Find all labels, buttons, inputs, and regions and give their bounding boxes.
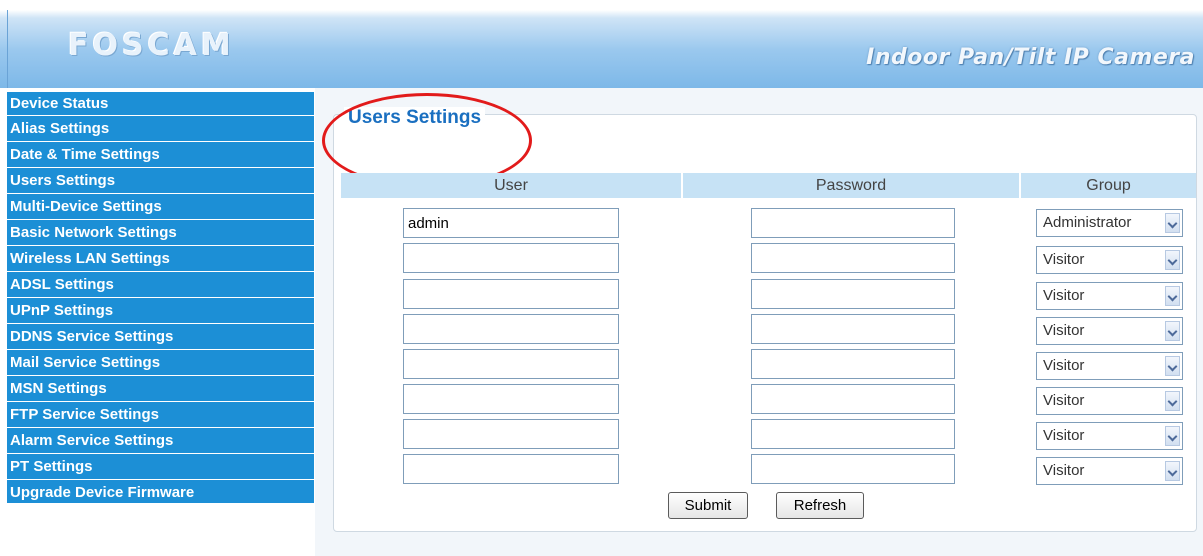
group-select[interactable]: Administrator [1036,209,1183,237]
user-password-input[interactable] [751,349,955,379]
chevron-down-icon [1165,213,1180,233]
group-select[interactable]: Visitor [1036,352,1183,380]
user-password-input[interactable] [751,454,955,484]
chevron-down-icon [1165,321,1180,341]
section-title: Users Settings [344,107,486,129]
submit-button[interactable]: Submit [668,492,748,519]
chevron-down-icon [1165,356,1180,376]
chevron-down-icon [1165,286,1180,306]
user-name-input[interactable] [403,243,619,273]
user-password-input[interactable] [751,419,955,449]
group-select-value: Visitor [1043,357,1085,374]
chevron-down-icon [1165,461,1180,481]
sidebar-item-date-time-settings[interactable]: Date & Time Settings [7,142,314,168]
user-name-input[interactable] [403,384,619,414]
header-divider [7,10,8,88]
table-row: Administrator [0,208,1203,240]
group-select-value: Visitor [1043,462,1085,479]
table-row: Visitor [0,243,1203,275]
table-row: Visitor [0,279,1203,311]
table-row: Visitor [0,454,1203,486]
table-row: Visitor [0,419,1203,451]
group-select[interactable]: Visitor [1036,387,1183,415]
column-header-group: Group [1021,173,1196,198]
user-password-input[interactable] [751,384,955,414]
group-select[interactable]: Visitor [1036,317,1183,345]
user-password-input[interactable] [751,314,955,344]
sidebar-item-users-settings[interactable]: Users Settings [7,168,314,194]
page-header: FOSCAM Indoor Pan/Tilt IP Camera [0,0,1203,88]
group-select[interactable]: Visitor [1036,457,1183,485]
group-select-value: Visitor [1043,251,1085,268]
table-row: Visitor [0,384,1203,416]
user-password-input[interactable] [751,243,955,273]
user-password-input[interactable] [751,208,955,238]
sidebar-item-device-status[interactable]: Device Status [7,92,314,116]
foscam-logo: FOSCAM [68,28,235,63]
user-name-input[interactable] [403,454,619,484]
group-select[interactable]: Visitor [1036,282,1183,310]
user-name-input[interactable] [403,208,619,238]
column-header-user: User [341,173,681,198]
user-name-input[interactable] [403,349,619,379]
group-select-value: Administrator [1043,214,1132,231]
group-select-value: Visitor [1043,287,1085,304]
user-password-input[interactable] [751,279,955,309]
group-select[interactable]: Visitor [1036,422,1183,450]
user-name-input[interactable] [403,419,619,449]
user-name-input[interactable] [403,314,619,344]
group-select-value: Visitor [1043,322,1085,339]
column-header-password: Password [683,173,1019,198]
camera-model-title: Indoor Pan/Tilt IP Camera [866,45,1195,70]
group-select-value: Visitor [1043,392,1085,409]
user-name-input[interactable] [403,279,619,309]
chevron-down-icon [1165,426,1180,446]
refresh-button[interactable]: Refresh [776,492,864,519]
table-row: Visitor [0,314,1203,346]
chevron-down-icon [1165,391,1180,411]
group-select-value: Visitor [1043,427,1085,444]
chevron-down-icon [1165,250,1180,270]
sidebar-item-alias-settings[interactable]: Alias Settings [7,116,314,142]
table-row: Visitor [0,349,1203,381]
group-select[interactable]: Visitor [1036,246,1183,274]
